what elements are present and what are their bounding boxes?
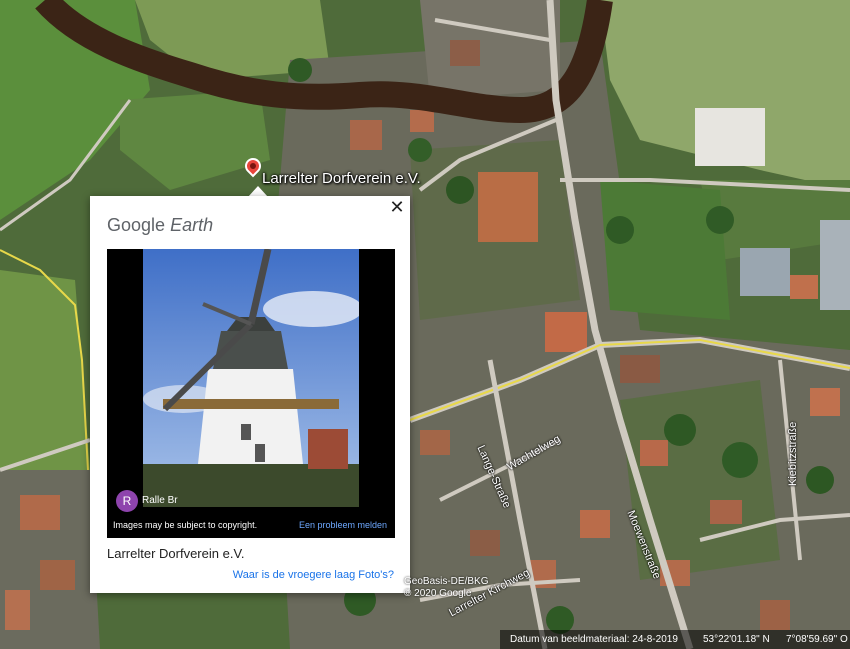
author-name[interactable]: Ralle Br [142,495,178,506]
info-popup: ✕ Google Earth R Ralle Br Images may be … [90,196,410,593]
brand-earth: Earth [170,215,214,235]
google-earth-logo: Google Earth [107,215,213,236]
copyright-notice: Images may be subject to copyright. [113,520,258,530]
latitude-readout: 53°22'01.18" N [703,634,770,645]
author-avatar[interactable]: R [116,490,138,512]
imagery-date: Datum van beeldmateriaal: 24-8-2019 [510,634,678,645]
map-attribution: GeoBasis-DE/BKG © 2020 Google [404,576,488,600]
placemark-label[interactable]: Larrelter Dorfverein e.V. [262,170,421,187]
place-title: Larrelter Dorfverein e.V. [107,546,245,561]
photo-viewer[interactable]: R Ralle Br Images may be subject to copy… [107,249,395,538]
attribution-line-1: GeoBasis-DE/BKG [404,576,489,587]
street-label-kiebitzstrasse: Kiebitzstraße [787,421,799,486]
windmill-photo[interactable] [143,249,359,507]
status-bar: Datum van beeldmateriaal: 24-8-2019 53°2… [500,630,850,649]
older-layer-link[interactable]: Waar is de vroegere laag Foto's? [233,569,394,581]
close-icon[interactable]: ✕ [388,198,406,216]
longitude-readout: 7°08'59.69" O [786,634,848,645]
attribution-line-2: © 2020 Google [404,588,472,599]
brand-google: Google [107,215,166,235]
report-problem-link[interactable]: Een probleem melden [299,520,387,530]
